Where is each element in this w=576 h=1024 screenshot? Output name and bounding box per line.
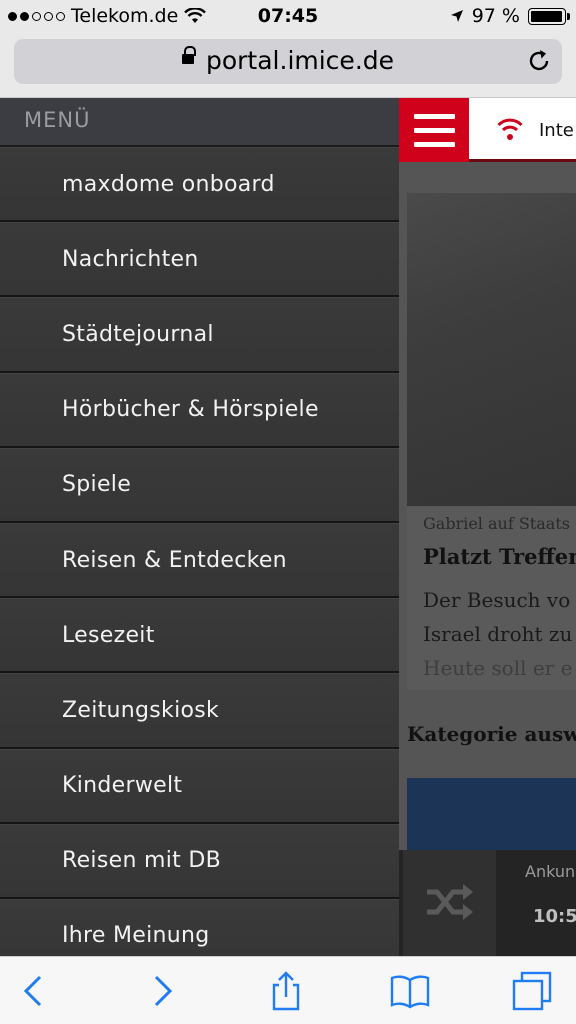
browser-address-area: portal.imice.de	[0, 34, 576, 98]
menu-item-label: Lesezeit	[62, 622, 155, 648]
article-card[interactable]: Gabriel auf Staats Platzt Treffen Der Be…	[407, 506, 576, 690]
bookmarks-icon[interactable]	[390, 971, 430, 1011]
menu-item-label: Zeitungskiosk	[62, 697, 220, 723]
article-headline: Platzt Treffen	[423, 544, 576, 569]
menu-item-label: Kinderwelt	[62, 773, 183, 799]
article-teaser: Der Besuch vo Israel droht zu Heute soll…	[423, 583, 572, 685]
menu-item-ihre-meinung[interactable]: Ihre Meinung	[0, 898, 399, 956]
menu-item-maxdome[interactable]: maxdome onboard	[0, 147, 399, 223]
menu-item-label: Reisen & Entdecken	[62, 547, 287, 573]
menu-item-label: Hörbücher & Hörspiele	[62, 397, 319, 423]
hamburger-menu-button[interactable]	[399, 98, 469, 162]
lock-icon	[181, 46, 196, 66]
menu-item-label: Städtejournal	[62, 321, 214, 347]
location-arrow-icon	[450, 10, 463, 22]
wifi-icon	[497, 118, 523, 140]
player-strip: Ankun 10:5	[399, 850, 576, 956]
arrival-label: Ankun	[525, 862, 576, 881]
browser-toolbar	[0, 956, 576, 1024]
category-heading: Kategorie ausw	[407, 722, 576, 746]
shuffle-button[interactable]	[403, 850, 496, 956]
menu-item-label: Reisen mit DB	[62, 848, 221, 874]
menu-item-reisen-entdecken[interactable]: Reisen & Entdecken	[0, 522, 399, 599]
battery-icon	[528, 7, 570, 25]
address-bar[interactable]: portal.imice.de	[14, 39, 562, 84]
header-title: Inte	[539, 120, 574, 141]
menu-header: MENÜ	[0, 98, 399, 147]
menu-item-spiele[interactable]: Spiele	[0, 447, 399, 523]
page-content: Inte Gabriel auf Staats Platzt Treffen D…	[399, 98, 576, 956]
back-arrow-icon[interactable]	[14, 971, 54, 1011]
share-icon[interactable]	[266, 971, 306, 1011]
menu-item-label: Ihre Meinung	[62, 923, 210, 949]
status-right: 97 %	[450, 5, 570, 27]
reload-icon[interactable]	[526, 48, 552, 74]
menu-item-reisen-mit-db[interactable]: Reisen mit DB	[0, 823, 399, 899]
menu-item-kinderwelt[interactable]: Kinderwelt	[0, 748, 399, 824]
side-menu: MENÜ maxdome onboard Nachrichten Städtej…	[0, 98, 399, 956]
url-text: portal.imice.de	[205, 46, 395, 75]
url-display[interactable]: portal.imice.de	[14, 46, 562, 75]
menu-item-label: Spiele	[62, 472, 132, 498]
status-bar: Telekom.de 07:45 97 %	[0, 0, 576, 34]
shuffle-icon	[427, 884, 473, 920]
forward-arrow-icon[interactable]	[142, 971, 182, 1011]
teaser-line: Heute soll er e	[423, 656, 573, 680]
menu-item-lesezeit[interactable]: Lesezeit	[0, 598, 399, 674]
tabs-icon[interactable]	[512, 971, 552, 1011]
site-header: Inte	[399, 98, 576, 162]
article-kicker: Gabriel auf Staats	[423, 514, 570, 533]
battery-percent: 97 %	[471, 5, 520, 27]
menu-item-hoerbuecher[interactable]: Hörbücher & Hörspiele	[0, 372, 399, 448]
arrival-time: 10:5	[533, 906, 576, 927]
category-tile[interactable]	[407, 778, 576, 850]
teaser-line: Der Besuch vo	[423, 588, 571, 612]
menu-item-staedtejournal[interactable]: Städtejournal	[0, 297, 399, 373]
menu-item-label: Nachrichten	[62, 246, 199, 272]
article-image[interactable]	[407, 193, 576, 506]
teaser-line: Israel droht zu	[423, 622, 573, 646]
menu-item-label: maxdome onboard	[62, 171, 275, 197]
menu-item-zeitungskiosk[interactable]: Zeitungskiosk	[0, 673, 399, 749]
menu-item-nachrichten[interactable]: Nachrichten	[0, 222, 399, 298]
